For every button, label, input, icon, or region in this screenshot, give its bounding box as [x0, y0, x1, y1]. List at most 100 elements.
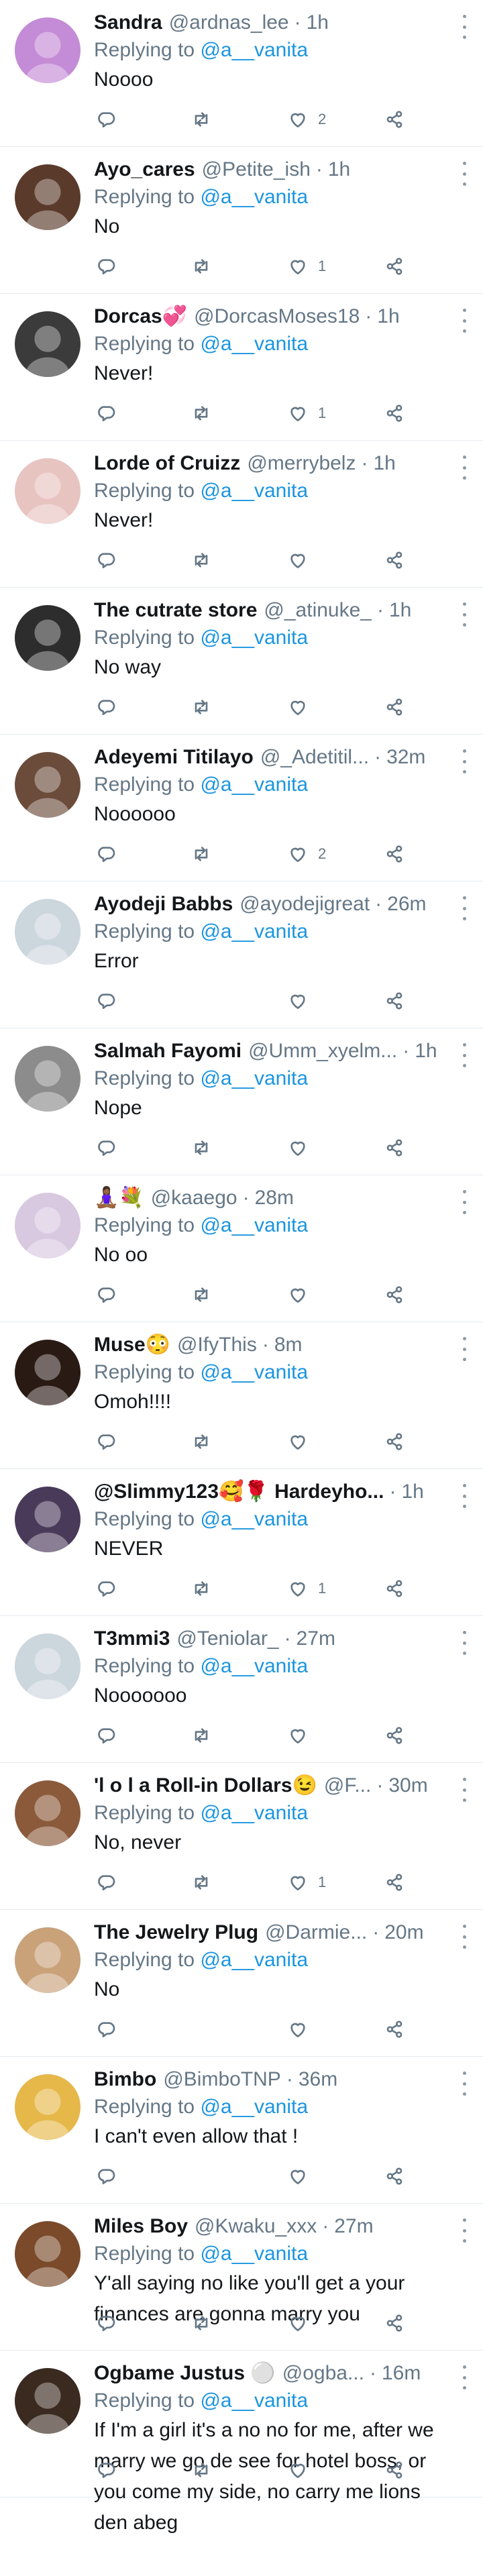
more-menu-icon[interactable]	[458, 455, 471, 480]
reply-button[interactable]	[95, 843, 117, 865]
mention-link[interactable]: @a__vanita	[200, 2096, 308, 2118]
display-name[interactable]: Muse😳	[94, 1332, 170, 1358]
more-menu-icon[interactable]	[458, 1337, 471, 1361]
display-name[interactable]: Ayo_cares	[94, 156, 195, 183]
retweet-button[interactable]	[191, 2312, 212, 2334]
mention-link[interactable]: @a__vanita	[200, 1214, 308, 1236]
like-button[interactable]: 1	[287, 256, 326, 277]
user-handle[interactable]: @Darmie...	[265, 1919, 367, 1946]
user-handle[interactable]: @ogba...	[282, 2360, 364, 2387]
mention-link[interactable]: @a__vanita	[200, 920, 308, 943]
display-name[interactable]: Bimbo	[94, 2066, 156, 2093]
user-handle[interactable]: @Teniolar_	[176, 1625, 278, 1652]
timestamp[interactable]: 1h	[328, 156, 350, 183]
user-handle[interactable]: @Kwaku_xxx	[195, 2213, 317, 2240]
reply-tweet[interactable]: Muse😳 @IfyThis · 8m Replying to @a__vani…	[0, 1322, 483, 1469]
more-menu-icon[interactable]	[458, 1778, 471, 1802]
display-name[interactable]: 'l o l a Roll-in Dollars😉	[94, 1772, 317, 1799]
avatar[interactable]	[15, 1780, 80, 1846]
retweet-button[interactable]	[191, 1872, 212, 1893]
avatar[interactable]	[15, 2074, 80, 2140]
reply-tweet[interactable]: T3mmi3 @Teniolar_ · 27m Replying to @a__…	[0, 1616, 483, 1763]
display-name[interactable]: T3mmi3	[94, 1625, 170, 1652]
retweet-button[interactable]	[191, 1578, 212, 1599]
share-button[interactable]	[384, 2165, 405, 2187]
share-button[interactable]	[384, 109, 405, 130]
retweet-button[interactable]	[191, 1137, 212, 1159]
reply-button[interactable]	[95, 2019, 117, 2040]
user-handle[interactable]: @F...	[324, 1772, 371, 1799]
timestamp[interactable]: 30m	[388, 1772, 427, 1799]
display-name[interactable]: Miles Boy	[94, 2213, 188, 2240]
display-name[interactable]: The Jewelry Plug	[94, 1919, 258, 1946]
reply-button[interactable]	[95, 1431, 117, 1452]
share-button[interactable]	[384, 1284, 405, 1305]
reply-tweet[interactable]: Lorde of Cruizz @merrybelz · 1h Replying…	[0, 441, 483, 588]
like-button[interactable]	[287, 1284, 318, 1305]
mention-link[interactable]: @a__vanita	[200, 333, 308, 355]
reply-tweet[interactable]: Salmah Fayomi @Umm_xyelm... · 1h Replyin…	[0, 1028, 483, 1175]
share-button[interactable]	[384, 402, 405, 424]
retweet-button[interactable]	[191, 402, 212, 424]
user-handle[interactable]: @Umm_xyelm...	[248, 1038, 397, 1065]
avatar[interactable]	[15, 311, 80, 377]
avatar[interactable]	[15, 1046, 80, 1112]
timestamp[interactable]: 32m	[386, 744, 425, 771]
like-button[interactable]	[287, 2019, 318, 2040]
timestamp[interactable]: 1h	[401, 1479, 423, 1505]
more-menu-icon[interactable]	[458, 1190, 471, 1214]
share-button[interactable]	[384, 990, 405, 1012]
display-name[interactable]: Dorcas💞	[94, 303, 187, 330]
retweet-button[interactable]	[191, 1725, 212, 1746]
mention-link[interactable]: @a__vanita	[200, 2390, 308, 2412]
retweet-button[interactable]	[191, 1284, 212, 1305]
more-menu-icon[interactable]	[458, 2365, 471, 2390]
reply-button[interactable]	[95, 1872, 117, 1893]
avatar[interactable]	[15, 458, 80, 524]
user-handle[interactable]: @Petite_ish	[202, 156, 311, 183]
avatar[interactable]	[15, 1340, 80, 1405]
timestamp[interactable]: 16m	[382, 2360, 421, 2387]
reply-tweet[interactable]: @Slimmy123🥰🌹 Hardeyho... · 1h Replying t…	[0, 1469, 483, 1616]
display-name[interactable]: The cutrate store	[94, 597, 257, 624]
reply-tweet[interactable]: Adeyemi Titilayo @_Adetitil... · 32m Rep…	[0, 735, 483, 881]
like-button[interactable]: 1	[287, 1872, 326, 1893]
like-button[interactable]	[287, 990, 318, 1012]
user-handle[interactable]: @_atinuke_	[264, 597, 372, 624]
reply-button[interactable]	[95, 696, 117, 718]
reply-tweet[interactable]: 🧘🏾‍♀️💐 @kaaego · 28m Replying to @a__van…	[0, 1175, 483, 1322]
user-handle[interactable]: @merrybelz	[247, 450, 356, 477]
avatar[interactable]	[15, 899, 80, 965]
user-handle[interactable]: @ayodejigreat	[239, 891, 370, 918]
share-button[interactable]	[384, 1578, 405, 1599]
like-button[interactable]	[287, 2312, 318, 2334]
reply-button[interactable]	[95, 549, 117, 571]
retweet-button[interactable]	[191, 256, 212, 277]
mention-link[interactable]: @a__vanita	[200, 773, 308, 796]
like-button[interactable]	[287, 1431, 318, 1452]
mention-link[interactable]: @a__vanita	[200, 1508, 308, 1530]
avatar[interactable]	[15, 1193, 80, 1258]
timestamp[interactable]: 1h	[373, 450, 395, 477]
reply-tweet[interactable]: The cutrate store @_atinuke_ · 1h Replyi…	[0, 588, 483, 735]
reply-tweet[interactable]: Sandra @ardnas_lee · 1h Replying to @a__…	[0, 0, 483, 147]
like-button[interactable]: 2	[287, 109, 326, 130]
mention-link[interactable]: @a__vanita	[200, 1067, 308, 1089]
retweet-button[interactable]	[191, 843, 212, 865]
like-button[interactable]: 1	[287, 1578, 326, 1599]
avatar[interactable]	[15, 1487, 80, 1552]
avatar[interactable]	[15, 2368, 80, 2434]
avatar[interactable]	[15, 752, 80, 818]
more-menu-icon[interactable]	[458, 602, 471, 627]
user-handle[interactable]: @IfyThis	[177, 1332, 257, 1358]
mention-link[interactable]: @a__vanita	[200, 480, 308, 502]
more-menu-icon[interactable]	[458, 162, 471, 186]
more-menu-icon[interactable]	[458, 1631, 471, 1655]
reply-tweet[interactable]: Ayodeji Babbs @ayodejigreat · 26m Replyi…	[0, 881, 483, 1028]
more-menu-icon[interactable]	[458, 1484, 471, 1508]
user-handle[interactable]: @BimboTNP	[163, 2066, 281, 2093]
timestamp[interactable]: 36m	[299, 2066, 337, 2093]
timestamp[interactable]: 27m	[297, 1625, 335, 1652]
user-handle[interactable]: @ardnas_lee	[169, 9, 289, 36]
mention-link[interactable]: @a__vanita	[200, 186, 308, 208]
